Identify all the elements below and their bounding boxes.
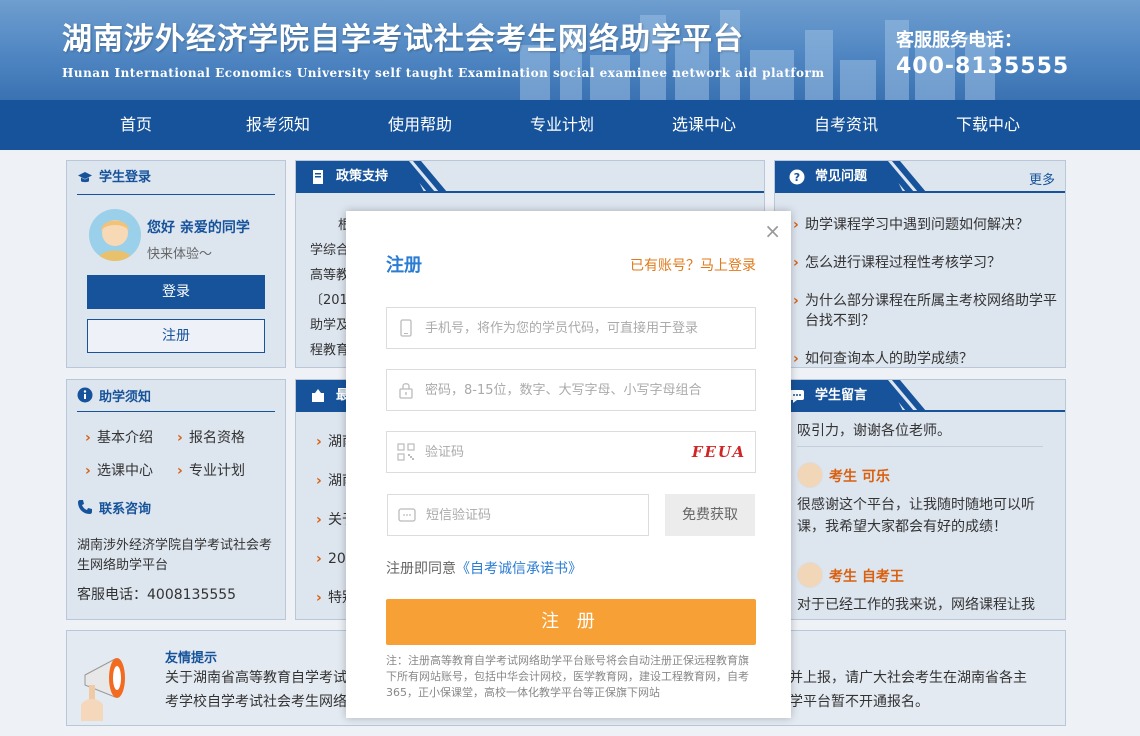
tip-text-left: 关于湖南省高等教育自学考试	[165, 670, 347, 686]
nav-course-center[interactable]: 选课中心	[672, 100, 736, 150]
message-text: 很感谢这个平台，让我随时随地可以听课，我希望大家都会有好的成绩！	[797, 497, 1035, 535]
tip-text-left-2: 考学校自学考试社会考生网络	[165, 694, 347, 710]
message-author: 考生 可乐	[829, 469, 890, 485]
phone-input[interactable]	[425, 309, 745, 347]
avatar	[797, 562, 823, 588]
agreement-text: 注册即同意《自考诚信承诺书》	[386, 561, 582, 577]
messages-heading: 学生留言	[815, 388, 868, 403]
sms-field	[387, 494, 649, 536]
register-button[interactable]: 注册	[87, 319, 265, 353]
policy-heading: 政策支持	[336, 169, 389, 184]
login-button[interactable]: 登录	[87, 275, 265, 309]
megaphone-icon	[312, 389, 324, 402]
svg-text:?: ?	[794, 171, 800, 184]
login-heading: 学生登录	[77, 169, 275, 195]
greeting-text: 您好 亲爱的同学	[147, 220, 250, 236]
avatar	[797, 462, 823, 488]
avatar	[89, 209, 141, 261]
megaphone-icon	[81, 658, 125, 721]
nav-home[interactable]: 首页	[120, 100, 152, 150]
document-icon	[313, 170, 323, 184]
contact-org: 湖南涉外经济学院自学考试社会考生网络助学平台	[77, 538, 273, 573]
contact-phone: 客服电话：4008135555	[77, 587, 237, 603]
guide-link-major-plan[interactable]: 专业计划	[177, 461, 267, 481]
message-text: 对于已经工作的我来说，网络课程让我	[797, 597, 1035, 613]
get-sms-code-button[interactable]: 免费获取	[665, 494, 755, 536]
login-heading-text: 学生登录	[99, 170, 152, 185]
chat-icon	[790, 390, 804, 403]
header-banner: 湖南涉外经济学院自学考试社会考生网络助学平台 Hunan Internation…	[0, 0, 1140, 100]
nav-exam-notice[interactable]: 报考须知	[246, 100, 310, 150]
tip-text-right: 并上报，请广大社会考生在湖南省各主	[789, 670, 1027, 686]
question-icon: ?	[789, 169, 805, 185]
message-author: 考生 自考王	[829, 569, 904, 585]
guide-heading: 助学须知	[77, 386, 275, 412]
close-icon[interactable]: ×	[764, 219, 781, 243]
faq-item[interactable]: 助学课程学习中遇到问题如何解决？	[793, 215, 1063, 235]
messages-panel: 学生留言 吸引力，谢谢各位老师。 考生 可乐 很感谢这个平台，让我随时随地可以听…	[774, 379, 1066, 620]
tip-text-right-2: 学平台暂不开通报名。	[789, 694, 929, 710]
login-link[interactable]: 已有账号？马上登录	[630, 255, 756, 275]
site-title: 湖南涉外经济学院自学考试社会考生网络助学平台	[62, 22, 744, 57]
lock-icon	[399, 383, 413, 399]
phone-field	[386, 307, 756, 349]
captcha-input[interactable]	[425, 433, 675, 471]
guide-link-intro[interactable]: 基本介绍	[85, 428, 175, 448]
qr-code-icon	[397, 443, 415, 461]
captcha-field: FEUA	[386, 431, 756, 473]
faq-item[interactable]: 怎么进行课程过程性考核学习？	[793, 253, 1063, 273]
faq-heading: 常见问题	[815, 169, 868, 184]
mobile-phone-icon	[400, 319, 412, 337]
student-login-panel: 学生登录 您好 亲爱的同学 快来体验～ 登录 注册	[66, 160, 286, 368]
password-input[interactable]	[425, 371, 745, 409]
nav-major-plan[interactable]: 专业计划	[530, 100, 594, 150]
nav-downloads[interactable]: 下载中心	[956, 100, 1020, 150]
faq-item[interactable]: 如何查询本人的助学成绩？	[793, 349, 1063, 369]
guide-panel: 助学须知 基本介绍 报名资格 选课中心 专业计划 联系咨询 湖南涉外经济学院自学…	[66, 379, 286, 620]
sms-icon	[398, 508, 416, 522]
faq-panel: ? 常见问题 更多 助学课程学习中遇到问题如何解决？ 怎么进行课程过程性考核学习…	[774, 160, 1066, 369]
register-submit-button[interactable]: 注 册	[386, 599, 756, 645]
graduation-cap-icon	[78, 172, 92, 183]
info-icon	[77, 387, 93, 403]
tip-heading: 友情提示	[165, 651, 218, 666]
contact-heading: 联系咨询	[77, 498, 151, 517]
guide-link-course-center[interactable]: 选课中心	[85, 461, 175, 481]
guide-link-eligibility[interactable]: 报名资格	[177, 428, 267, 448]
password-field	[386, 369, 756, 411]
hotline-label: 客服服务电话：	[896, 30, 1022, 51]
greeting-subtext: 快来体验～	[147, 247, 213, 262]
site-subtitle: Hunan International Economics University…	[62, 66, 825, 80]
register-note: 注：注册高等教育自学考试网络助学平台账号将会自动注册正保远程教育旗下所有网站账号…	[386, 654, 749, 699]
hotline-number: 400-8135555	[896, 54, 1070, 79]
faq-list: 助学课程学习中遇到问题如何解决？ 怎么进行课程过程性考核学习？ 为什么部分课程在…	[793, 215, 1063, 369]
modal-title: 注册	[386, 255, 422, 276]
faq-more-link[interactable]: 更多	[1029, 169, 1055, 188]
sms-code-input[interactable]	[426, 496, 641, 534]
faq-item[interactable]: 为什么部分课程在所属主考校网络助学平台找不到？	[793, 291, 1063, 331]
message-text: 吸引力，谢谢各位老师。	[797, 423, 951, 439]
register-modal: × 注册 已有账号？马上登录 FEUA 免费获取 注册即同意《自考诚信承诺书》 …	[346, 211, 791, 718]
pledge-link[interactable]: 《自考诚信承诺书》	[456, 561, 582, 577]
policy-text: 根 学综合 高等教 〔201 助学及 程教育	[310, 218, 352, 358]
main-nav: 首页 报考须知 使用帮助 专业计划 选课中心 自考资讯 下载中心	[0, 100, 1140, 150]
nav-news[interactable]: 自考资讯	[814, 100, 878, 150]
nav-help[interactable]: 使用帮助	[388, 100, 452, 150]
phone-icon	[78, 500, 92, 514]
captcha-image[interactable]: FEUA	[691, 440, 747, 464]
